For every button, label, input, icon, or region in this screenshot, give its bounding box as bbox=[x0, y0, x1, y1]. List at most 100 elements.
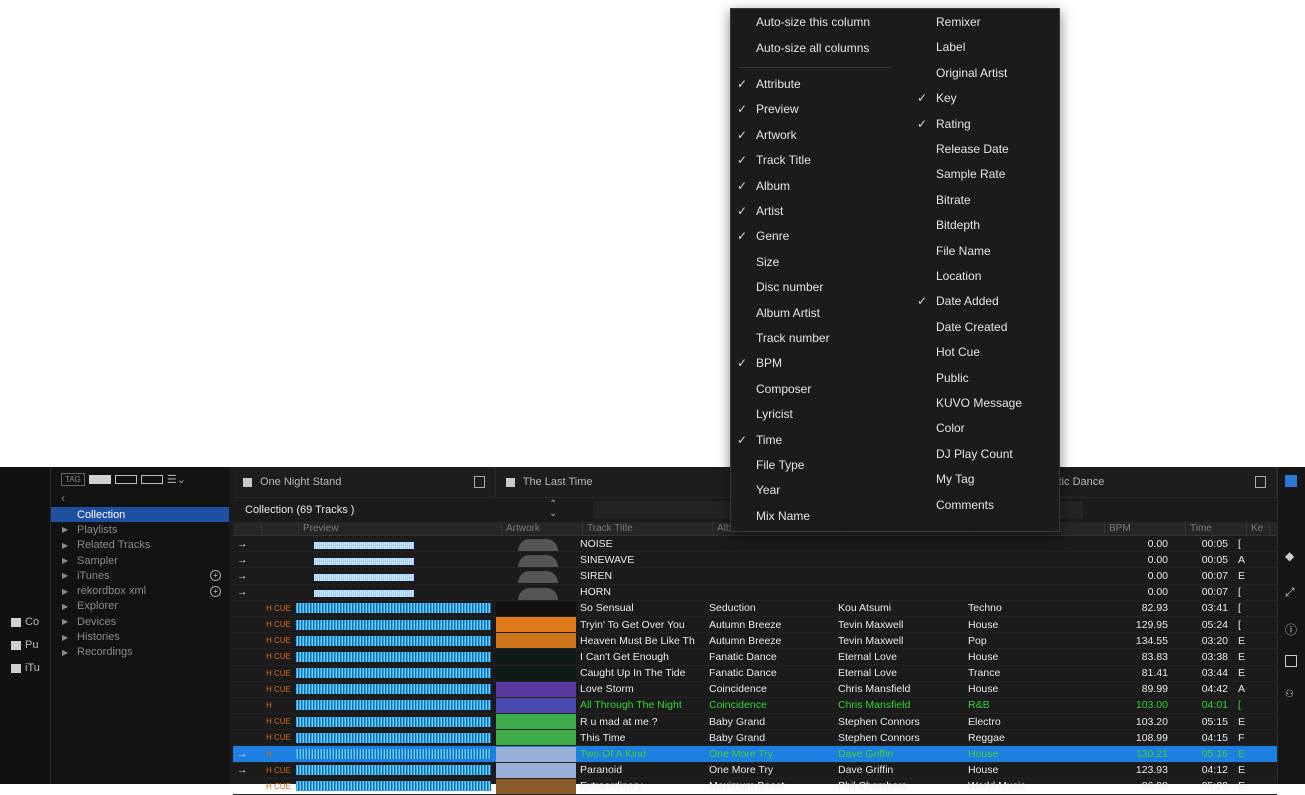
subpanel-icon[interactable] bbox=[1285, 655, 1297, 667]
table-view-icon[interactable] bbox=[1285, 475, 1297, 487]
menu-item[interactable]: ✓ Artist bbox=[731, 202, 899, 220]
waveform-preview[interactable] bbox=[296, 603, 491, 614]
waveform-preview[interactable] bbox=[296, 781, 491, 792]
waveform-preview[interactable] bbox=[296, 765, 491, 776]
menu-item[interactable]: Bitdepth bbox=[911, 216, 1059, 234]
tree-item[interactable]: ▶ Sampler bbox=[51, 553, 229, 568]
tab-fanatic-dance[interactable]: tastic Dance bbox=[1040, 467, 1277, 497]
track-row[interactable]: H All Through The Night Coincidence Chris M… bbox=[233, 697, 1277, 715]
menu-item[interactable]: Label bbox=[911, 38, 1059, 56]
tag-icon[interactable]: ◆ bbox=[1285, 549, 1297, 563]
waveform-preview[interactable] bbox=[314, 541, 414, 549]
add-icon[interactable]: + bbox=[210, 585, 221, 597]
expand-triangle-icon[interactable]: ▶ bbox=[62, 587, 69, 596]
menu-item[interactable]: ✓ Artwork bbox=[731, 126, 899, 144]
waveform-preview[interactable] bbox=[314, 590, 414, 598]
track-row[interactable]: H CUE Tryin' To Get Over You Autumn Breeze… bbox=[233, 617, 1277, 634]
menu-item[interactable]: Release Date bbox=[911, 140, 1059, 158]
source-collection[interactable]: Co bbox=[11, 614, 39, 630]
menu-item[interactable]: Hot Cue bbox=[911, 343, 1059, 361]
menu-item[interactable]: Color bbox=[911, 419, 1059, 437]
track-arrow-icon[interactable]: → bbox=[233, 748, 262, 760]
menu-item[interactable]: Mix Name bbox=[731, 507, 899, 525]
preview-cell[interactable] bbox=[294, 731, 496, 745]
menu-item[interactable]: Remixer bbox=[911, 13, 1059, 31]
tab-one-night-stand[interactable]: One Night Stand bbox=[233, 467, 496, 497]
track-row[interactable]: → HORN 0.00 00:07 [ bbox=[233, 585, 1277, 601]
layout-1-icon[interactable] bbox=[88, 474, 111, 484]
menu-item[interactable]: Auto-size this column bbox=[731, 13, 899, 31]
menu-item[interactable]: Date Created bbox=[911, 318, 1059, 336]
menu-item[interactable]: ✓ Track Title bbox=[731, 151, 899, 169]
menu-item[interactable]: Track number bbox=[731, 329, 899, 347]
menu-item[interactable]: File Type bbox=[731, 456, 899, 474]
menu-item[interactable]: Bitrate bbox=[911, 191, 1059, 209]
menu-item[interactable]: Disc number bbox=[731, 278, 899, 296]
waveform-preview[interactable] bbox=[314, 573, 414, 581]
menu-item[interactable]: ✓ Preview bbox=[731, 100, 899, 118]
menu-item[interactable]: Composer bbox=[731, 380, 899, 398]
menu-item[interactable]: KUVO Message bbox=[911, 394, 1059, 412]
menu-item[interactable]: ✓ Genre bbox=[731, 227, 899, 245]
menu-item[interactable]: File Name bbox=[911, 242, 1059, 260]
track-row[interactable]: H CUE Love Storm Coincidence Chris Mansfiel… bbox=[233, 681, 1277, 698]
header-artwork[interactable]: Artwork bbox=[502, 522, 583, 535]
preview-cell[interactable] bbox=[294, 634, 496, 648]
waveform-preview[interactable] bbox=[296, 700, 491, 711]
menu-item[interactable]: ✓ Album bbox=[731, 177, 899, 195]
preview-cell[interactable] bbox=[294, 601, 496, 615]
tree-item[interactable]: ▶ Related Tracks bbox=[51, 538, 229, 553]
track-row[interactable]: H CUE Caught Up In The Tide Fanatic Dance E… bbox=[233, 665, 1277, 682]
track-arrow-icon[interactable]: → bbox=[233, 538, 262, 550]
expand-triangle-icon[interactable]: ▶ bbox=[62, 648, 69, 657]
expand-triangle-icon[interactable]: ▶ bbox=[62, 556, 69, 565]
preview-cell[interactable] bbox=[294, 585, 496, 599]
header-track-title[interactable]: Track Title bbox=[583, 522, 713, 535]
tree-item[interactable]: ▶ Explorer bbox=[51, 599, 229, 614]
preview-cell[interactable] bbox=[294, 763, 496, 777]
menu-item[interactable]: ✓ BPM bbox=[731, 354, 899, 372]
menu-item[interactable]: Original Artist bbox=[911, 64, 1059, 82]
source-itunes[interactable]: iTu bbox=[11, 660, 40, 676]
tab-menu-icon[interactable] bbox=[1254, 476, 1266, 488]
track-row[interactable]: → NOISE 0.00 00:05 [ bbox=[233, 536, 1277, 553]
track-row[interactable]: H CUE Heaven Must Be Like Th Autumn Breeze… bbox=[233, 633, 1277, 650]
menu-item[interactable]: Sample Rate bbox=[911, 165, 1059, 183]
list-view-icon[interactable]: ☰⌄ bbox=[167, 473, 186, 486]
track-row[interactable]: H CUE I Can't Get Enough Fanatic Dance Eter… bbox=[233, 649, 1277, 666]
menu-item[interactable]: Location bbox=[911, 267, 1059, 285]
tree-item[interactable]: ▶ Histories bbox=[51, 629, 229, 644]
menu-item[interactable]: ✓ Time bbox=[731, 431, 899, 449]
menu-item[interactable]: Lyricist bbox=[731, 405, 899, 423]
mixer-icon[interactable]: ⚇ bbox=[1285, 689, 1297, 701]
track-row[interactable]: H CUE So Sensual Seduction Kou Atsumi Techno… bbox=[233, 600, 1277, 617]
preview-cell[interactable] bbox=[294, 698, 496, 712]
preview-cell[interactable] bbox=[294, 682, 496, 696]
related-icon[interactable]: ⤢ bbox=[1285, 585, 1297, 599]
header-arrow[interactable] bbox=[233, 522, 262, 535]
add-icon[interactable]: + bbox=[210, 570, 221, 582]
menu-item[interactable]: Album Artist bbox=[731, 304, 899, 322]
header-key[interactable]: Ke bbox=[1247, 522, 1270, 535]
sort-toggle-icon[interactable]: ⌃ ⌄ bbox=[549, 500, 557, 519]
menu-item[interactable]: ✓ Key bbox=[911, 89, 1059, 107]
preview-cell[interactable] bbox=[294, 618, 496, 632]
menu-item[interactable]: Comments bbox=[911, 496, 1059, 514]
track-arrow-icon[interactable]: → bbox=[233, 586, 262, 598]
waveform-preview[interactable] bbox=[296, 635, 491, 646]
header-time[interactable]: Time bbox=[1186, 522, 1247, 535]
tree-item[interactable]: ▶ Playlists bbox=[51, 522, 229, 537]
waveform-preview[interactable] bbox=[296, 732, 491, 743]
tab-menu-icon[interactable] bbox=[473, 476, 485, 488]
menu-item[interactable]: Size bbox=[731, 253, 899, 271]
menu-item[interactable]: DJ Play Count bbox=[911, 445, 1059, 463]
track-row[interactable]: H CUE Extraordinary Maximum Boost Phil Cham… bbox=[233, 778, 1277, 795]
waveform-preview[interactable] bbox=[314, 557, 414, 565]
preview-cell[interactable] bbox=[294, 650, 496, 664]
tree-item[interactable]: Collection bbox=[51, 507, 229, 523]
info-icon[interactable]: ⓘ bbox=[1285, 621, 1297, 637]
track-arrow-icon[interactable]: → bbox=[233, 764, 262, 776]
track-row[interactable]: → H CUE Paranoid One More Try Dave Griffin Ho… bbox=[233, 762, 1277, 779]
preview-cell[interactable] bbox=[294, 747, 496, 761]
expand-triangle-icon[interactable]: ▶ bbox=[62, 602, 69, 611]
